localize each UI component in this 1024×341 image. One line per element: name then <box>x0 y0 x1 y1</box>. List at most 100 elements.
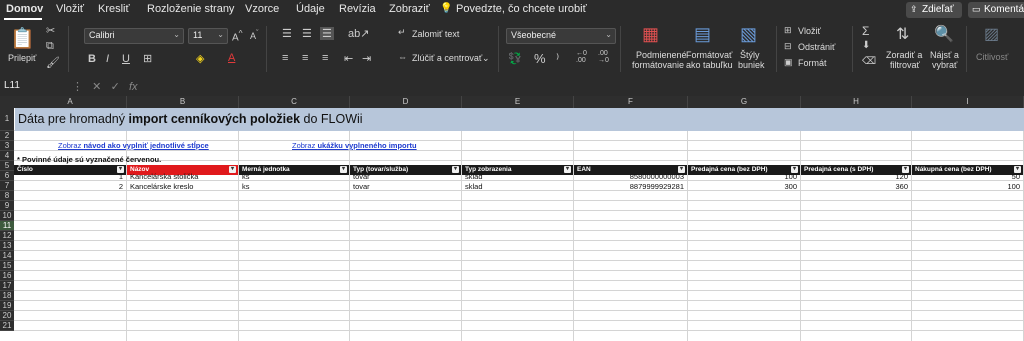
column-header-f[interactable]: F <box>574 96 688 108</box>
cell-styles-label-1[interactable]: Štýly <box>740 50 760 60</box>
cell-styles-icon[interactable]: ▧ <box>740 24 757 45</box>
name-box[interactable]: L11 <box>4 80 64 94</box>
row-header-6[interactable]: 6 <box>0 171 14 181</box>
column-header-a[interactable]: A <box>14 96 127 108</box>
column-header-g[interactable]: G <box>688 96 801 108</box>
format-as-table-icon[interactable]: ▤ <box>694 24 711 45</box>
find-select-label-1[interactable]: Nájsť a <box>930 50 959 60</box>
row-header-13[interactable]: 13 <box>0 241 14 251</box>
table-cell[interactable]: ks <box>242 172 250 181</box>
increase-font-icon[interactable]: A^ <box>232 28 243 43</box>
clear-icon[interactable]: ⌫ <box>862 56 876 67</box>
filter-dropdown-icon[interactable]: ▾ <box>340 166 347 173</box>
row-header-1[interactable]: 1 <box>0 108 14 131</box>
filter-dropdown-icon[interactable]: ▾ <box>229 166 236 173</box>
table-cell[interactable]: 100 <box>912 182 1020 191</box>
table-cell[interactable]: 2 <box>14 182 123 191</box>
align-bottom-icon[interactable]: ☰ <box>320 27 334 40</box>
table-cell[interactable]: sklad <box>465 172 483 181</box>
share-button[interactable]: ⇪ Zdieľať <box>906 2 962 18</box>
insert-cells-button[interactable]: Vložiť <box>798 26 821 36</box>
tab-domov[interactable]: Domov <box>6 3 43 15</box>
row-header-21[interactable]: 21 <box>0 321 14 331</box>
table-cell[interactable]: 120 <box>801 172 908 181</box>
cut-icon[interactable]: ✂ <box>46 24 55 37</box>
accounting-format-icon[interactable]: 💱 <box>508 52 522 65</box>
format-as-table-label-2[interactable]: ako tabuľku <box>686 60 733 70</box>
guide-link[interactable]: Zobraz návod ako vyplniť jednotlivé stĺp… <box>58 141 209 150</box>
row-header-14[interactable]: 14 <box>0 251 14 261</box>
find-select-icon[interactable]: 🔍 <box>934 24 954 44</box>
row-header-2[interactable]: 2 <box>0 131 14 141</box>
format-cells-button[interactable]: Formát <box>798 58 827 68</box>
sort-filter-label-1[interactable]: Zoradiť a <box>886 50 922 60</box>
delete-cells-button[interactable]: Odstrániť <box>798 42 835 52</box>
row-header-15[interactable]: 15 <box>0 261 14 271</box>
column-header-i[interactable]: I <box>912 96 1024 108</box>
row-header-5[interactable]: 5 <box>0 161 14 171</box>
cell-styles-label-2[interactable]: buniek <box>738 60 765 70</box>
row-header-7[interactable]: 7 <box>0 181 14 191</box>
row-header-8[interactable]: 8 <box>0 191 14 201</box>
paste-icon[interactable]: 📋 <box>10 26 35 51</box>
decrease-font-icon[interactable]: Aˇ <box>250 28 259 41</box>
find-select-label-2[interactable]: vybrať <box>932 60 957 70</box>
borders-icon[interactable]: ⊞ <box>143 52 152 65</box>
font-color-icon[interactable]: A <box>228 52 235 64</box>
conditional-formatting-label-2[interactable]: formátovanie <box>632 60 684 70</box>
italic-icon[interactable]: I <box>106 53 109 65</box>
row-header-9[interactable]: 9 <box>0 201 14 211</box>
sort-filter-icon[interactable]: ⇅ <box>896 24 909 44</box>
row-header-16[interactable]: 16 <box>0 271 14 281</box>
row-header-4[interactable]: 4 <box>0 151 14 161</box>
chevron-down-icon[interactable]: ⌄ <box>482 53 490 64</box>
table-cell[interactable]: 8879999929281 <box>574 182 684 191</box>
font-name-select[interactable]: Calibri ⌄ <box>84 28 184 44</box>
table-cell[interactable]: 100 <box>688 172 797 181</box>
insert-cells-icon[interactable]: ⊞ <box>784 25 792 36</box>
font-size-select[interactable]: 11 ⌄ <box>188 28 228 44</box>
table-cell[interactable]: Kancelárske kreslo <box>130 182 193 191</box>
sensitivity-icon[interactable]: ▨ <box>984 24 999 44</box>
decrease-indent-icon[interactable]: ⇤ <box>344 52 353 65</box>
align-middle-icon[interactable]: ☰ <box>302 27 312 40</box>
row-header-20[interactable]: 20 <box>0 311 14 321</box>
tell-me-search[interactable]: Povedzte, čo chcete urobiť <box>456 3 587 15</box>
fill-icon[interactable]: ⬇ <box>862 40 870 51</box>
conditional-formatting-icon[interactable]: ▦ <box>642 24 659 45</box>
spreadsheet-grid[interactable]: ABCDEFGHI 1 2 3 4 5 6 7 8 9 10 11 12 13 14 15 16 17 18 19 2… <box>0 96 1024 341</box>
fill-color-icon[interactable]: ◈ <box>196 52 204 65</box>
tab-vlozit[interactable]: Vložiť <box>56 3 84 15</box>
column-header-c[interactable]: C <box>239 96 350 108</box>
conditional-formatting-label-1[interactable]: Podmienené <box>636 50 687 60</box>
table-cell[interactable]: tovar <box>353 182 370 191</box>
autosum-icon[interactable]: Σ <box>862 24 869 38</box>
filter-dropdown-icon[interactable]: ▾ <box>452 166 459 173</box>
filter-dropdown-icon[interactable]: ▾ <box>564 166 571 173</box>
delete-cells-icon[interactable]: ⊟ <box>784 41 792 52</box>
format-cells-icon[interactable]: ▣ <box>784 57 793 68</box>
table-cell[interactable]: Kancelárska stolička <box>130 172 198 181</box>
table-header-cell[interactable]: Merná jednotka ▾ <box>239 165 349 175</box>
row-header-11[interactable]: 11 <box>0 221 14 231</box>
table-cell[interactable]: 1 <box>14 172 123 181</box>
increase-indent-icon[interactable]: ⇥ <box>362 52 371 65</box>
column-header-b[interactable]: B <box>127 96 239 108</box>
merge-center-icon[interactable]: ⇔ <box>398 52 407 62</box>
select-all-corner[interactable] <box>0 96 14 108</box>
format-as-table-label-1[interactable]: Formátovať <box>686 50 732 60</box>
table-cell[interactable]: sklad <box>465 182 483 191</box>
column-header-e[interactable]: E <box>462 96 574 108</box>
sensitivity-label[interactable]: Citlivosť <box>976 52 1008 62</box>
merge-center-button[interactable]: Zlúčiť a centrovať <box>412 53 482 63</box>
percent-icon[interactable]: % <box>534 51 546 66</box>
chevron-down-icon[interactable]: ⋮ <box>72 81 83 93</box>
align-right-icon[interactable]: ≡ <box>322 52 328 64</box>
copy-icon[interactable]: ⧉ <box>46 40 54 53</box>
row-header-17[interactable]: 17 <box>0 281 14 291</box>
table-cell[interactable]: 50 <box>912 172 1020 181</box>
table-cell[interactable]: 300 <box>688 182 797 191</box>
align-center-icon[interactable]: ≡ <box>302 52 308 64</box>
column-header-h[interactable]: H <box>801 96 912 108</box>
column-header-d[interactable]: D <box>350 96 462 108</box>
